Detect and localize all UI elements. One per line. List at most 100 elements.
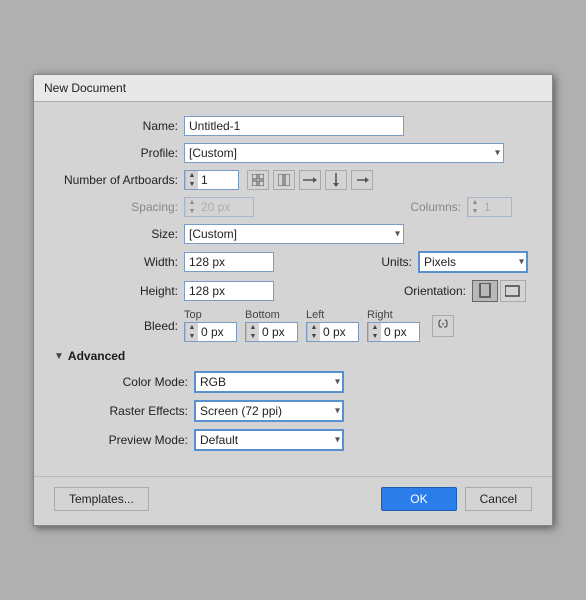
bleed-link-button[interactable]	[432, 315, 454, 337]
bleed-right-label: Right	[367, 309, 393, 321]
artboards-increment[interactable]: ▲	[186, 171, 198, 180]
spacing-label: Spacing:	[54, 200, 184, 214]
artboards-decrement[interactable]: ▼	[186, 180, 198, 189]
bleed-top-field: Top ▲ ▼	[184, 309, 237, 342]
bleed-left-label: Left	[306, 309, 324, 321]
artboards-row: Number of Artboards: ▲ ▼	[54, 170, 532, 190]
bleed-left-decrement[interactable]: ▼	[308, 332, 320, 341]
bleed-top-increment[interactable]: ▲	[186, 323, 198, 332]
profile-row: Profile: [Custom] Print Web Mobile	[54, 143, 532, 163]
raster-effects-select-wrapper: Screen (72 ppi) Medium (150 ppi) High (3…	[194, 400, 344, 422]
bleed-left-input[interactable]	[320, 323, 358, 341]
size-label: Size:	[54, 227, 184, 241]
grid-icon[interactable]	[247, 170, 269, 190]
units-label: Units:	[381, 255, 412, 269]
bleed-left-increment[interactable]: ▲	[308, 323, 320, 332]
bleed-bottom-label: Bottom	[245, 309, 280, 321]
right-arrow-icon[interactable]	[351, 170, 373, 190]
arrange-col-icon[interactable]	[325, 170, 347, 190]
bleed-label: Bleed:	[54, 319, 184, 333]
artboard-layout-icons	[247, 170, 373, 190]
bleed-bottom-field: Bottom ▲ ▼	[245, 309, 298, 342]
advanced-header[interactable]: ▼ Advanced	[54, 349, 532, 363]
spacing-spinner: ▲ ▼	[184, 197, 254, 217]
dialog-title: New Document	[34, 75, 552, 102]
name-row: Name:	[54, 116, 532, 136]
profile-select[interactable]: [Custom] Print Web Mobile	[184, 143, 504, 163]
bleed-right-field: Right ▲ ▼	[367, 309, 420, 342]
landscape-button[interactable]	[500, 280, 526, 302]
grid-col-icon[interactable]	[273, 170, 295, 190]
width-input[interactable]	[184, 252, 274, 272]
columns-spinner: ▲ ▼	[467, 197, 512, 217]
size-select[interactable]: [Custom] Letter A4	[184, 224, 404, 244]
dialog-footer: Templates... OK Cancel	[34, 476, 552, 525]
bleed-bottom-decrement[interactable]: ▼	[247, 332, 259, 341]
color-mode-select-wrapper: RGB CMYK	[194, 371, 344, 393]
footer-right: OK Cancel	[381, 487, 532, 511]
advanced-collapse-icon: ▼	[54, 351, 64, 362]
preview-mode-row: Preview Mode: Default Pixel Overprint	[54, 429, 532, 451]
height-input[interactable]	[184, 281, 274, 301]
raster-effects-row: Raster Effects: Screen (72 ppi) Medium (…	[54, 400, 532, 422]
bleed-bottom-input[interactable]	[259, 323, 297, 341]
raster-effects-label: Raster Effects:	[54, 404, 194, 418]
portrait-button[interactable]	[472, 280, 498, 302]
dialog-body: Name: Profile: [Custom] Print Web Mobile…	[34, 102, 552, 468]
arrange-row-icon[interactable]	[299, 170, 321, 190]
columns-label: Columns:	[410, 200, 461, 214]
artboards-input[interactable]	[198, 171, 238, 189]
artboards-label: Number of Artboards:	[54, 173, 184, 187]
artboards-spinner: ▲ ▼	[184, 170, 239, 190]
color-mode-label: Color Mode:	[54, 375, 194, 389]
color-mode-row: Color Mode: RGB CMYK	[54, 371, 532, 393]
width-units-row: Width: Units: Pixels Points Inches	[54, 251, 532, 273]
orientation-label: Orientation:	[404, 284, 466, 298]
bleed-group: Top ▲ ▼ Bottom ▲ ▼	[184, 309, 532, 342]
profile-select-wrapper: [Custom] Print Web Mobile	[184, 143, 504, 163]
width-label: Width:	[54, 255, 184, 269]
bleed-top-decrement[interactable]: ▼	[186, 332, 198, 341]
ok-button[interactable]: OK	[381, 487, 456, 511]
bleed-row: Bleed: Top ▲ ▼ Bottom	[54, 309, 532, 342]
name-label: Name:	[54, 119, 184, 133]
bleed-top-input[interactable]	[198, 323, 236, 341]
preview-mode-select[interactable]: Default Pixel Overprint	[194, 429, 344, 451]
bleed-right-input[interactable]	[381, 323, 419, 341]
templates-button[interactable]: Templates...	[54, 487, 149, 511]
columns-decrement[interactable]: ▼	[469, 207, 481, 216]
bleed-left-field: Left ▲ ▼	[306, 309, 359, 342]
bleed-right-spinner: ▲ ▼	[367, 322, 420, 342]
bleed-left-spinner: ▲ ▼	[306, 322, 359, 342]
spacing-decrement[interactable]: ▼	[186, 207, 198, 216]
height-orientation-row: Height: Orientation:	[54, 280, 532, 302]
spacing-cols-row: Spacing: ▲ ▼ Columns: ▲ ▼	[54, 197, 532, 217]
size-row: Size: [Custom] Letter A4	[54, 224, 532, 244]
artboards-spinner-btns: ▲ ▼	[185, 171, 198, 189]
columns-increment[interactable]: ▲	[469, 198, 481, 207]
bleed-right-decrement[interactable]: ▼	[369, 332, 381, 341]
color-mode-select[interactable]: RGB CMYK	[194, 371, 344, 393]
bleed-top-label: Top	[184, 309, 202, 321]
height-label: Height:	[54, 284, 184, 298]
raster-effects-select[interactable]: Screen (72 ppi) Medium (150 ppi) High (3…	[194, 400, 344, 422]
cancel-button[interactable]: Cancel	[465, 487, 532, 511]
name-input[interactable]	[184, 116, 404, 136]
bleed-bottom-increment[interactable]: ▲	[247, 323, 259, 332]
units-select-wrapper: Pixels Points Inches	[418, 251, 528, 273]
spacing-increment[interactable]: ▲	[186, 198, 198, 207]
columns-input[interactable]	[481, 198, 511, 216]
advanced-title: Advanced	[68, 349, 125, 363]
preview-mode-label: Preview Mode:	[54, 433, 194, 447]
units-select[interactable]: Pixels Points Inches	[418, 251, 528, 273]
bleed-top-spinner: ▲ ▼	[184, 322, 237, 342]
advanced-section: ▼ Advanced Color Mode: RGB CMYK Raster E…	[54, 349, 532, 451]
new-document-dialog: New Document Name: Profile: [Custom] Pri…	[33, 74, 553, 526]
orientation-section: Orientation:	[404, 280, 528, 302]
bleed-bottom-spinner: ▲ ▼	[245, 322, 298, 342]
bleed-right-increment[interactable]: ▲	[369, 323, 381, 332]
spacing-input[interactable]	[198, 198, 253, 216]
preview-mode-select-wrapper: Default Pixel Overprint	[194, 429, 344, 451]
size-select-wrapper: [Custom] Letter A4	[184, 224, 404, 244]
profile-label: Profile:	[54, 146, 184, 160]
